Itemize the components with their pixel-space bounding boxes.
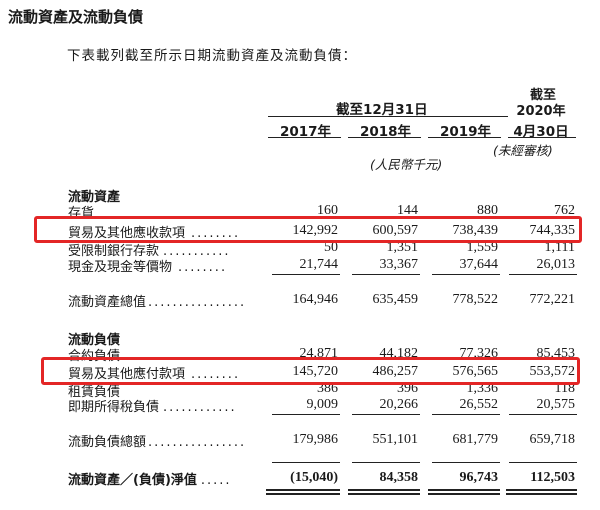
total-line (509, 462, 577, 463)
cell-value: 33,367 (379, 257, 419, 272)
header-divider (268, 116, 508, 117)
year-underline (268, 137, 341, 138)
year-underline (348, 137, 421, 138)
double-underline (348, 489, 420, 491)
subtotal-line (432, 274, 500, 275)
cell-value: 659,718 (529, 432, 576, 447)
double-underline (428, 493, 500, 495)
latest-period-l2: 2020年 (516, 104, 566, 119)
double-underline (266, 493, 340, 495)
cell-value: 551,101 (372, 432, 419, 447)
double-underline (348, 493, 420, 495)
subtotal-line (352, 274, 420, 275)
cell-value: 635,459 (372, 292, 419, 307)
cell-value: 9,009 (306, 397, 339, 412)
double-underline (428, 489, 500, 491)
cell-value: 778,522 (452, 292, 499, 307)
subtotal-line (509, 274, 577, 275)
cell-value: 164,946 (292, 292, 339, 307)
unaudited-note: (未經審核) (493, 143, 553, 158)
cell-value: 84,358 (379, 470, 419, 485)
cell-value: 20,266 (379, 397, 419, 412)
cell-value: 112,503 (530, 470, 575, 485)
cell-value: 179,986 (292, 432, 339, 447)
cell-value: 772,221 (529, 292, 576, 307)
cell-value: 681,779 (452, 432, 499, 447)
double-underline (506, 493, 577, 495)
subtotal-line (432, 414, 500, 415)
cell-value: 96,743 (459, 470, 499, 485)
year-underline (508, 137, 576, 138)
currency-unit: (人民幣千元) (370, 157, 443, 172)
total-line (272, 462, 340, 463)
row-label-income-tax: 即期所得稅負債............ (68, 400, 237, 415)
section-title: 流動資產及流動負債 (8, 8, 144, 26)
double-underline (266, 489, 340, 491)
period-group-label: 截至12月31日 (336, 102, 428, 118)
subtotal-line (509, 414, 577, 415)
cell-value: 20,575 (536, 397, 576, 412)
intro-text: 下表載列截至所示日期流動資產及流動負債： (67, 48, 357, 64)
subtotal-line (272, 414, 340, 415)
cell-value: 26,013 (536, 257, 576, 272)
cell-value: 26,552 (459, 397, 499, 412)
total-line (352, 462, 420, 463)
highlight-receivables (34, 216, 582, 243)
year-underline (428, 137, 501, 138)
subtotal-line (272, 274, 340, 275)
row-label-cash: 現金及現金等價物........ (68, 260, 228, 275)
cell-value: 37,644 (459, 257, 499, 272)
cell-value: 21,744 (299, 257, 339, 272)
cell-value: (15,040) (290, 470, 338, 485)
total-line (432, 462, 500, 463)
row-label-net-current-assets: 流動資產／(負債)淨值..... (68, 473, 232, 488)
subtotal-line (352, 414, 420, 415)
highlight-payables (41, 357, 580, 385)
double-underline (506, 489, 577, 491)
row-label-total-current-liabilities: 流動負債總額................ (68, 435, 247, 450)
row-label-total-current-assets: 流動資產總值................ (68, 295, 247, 310)
